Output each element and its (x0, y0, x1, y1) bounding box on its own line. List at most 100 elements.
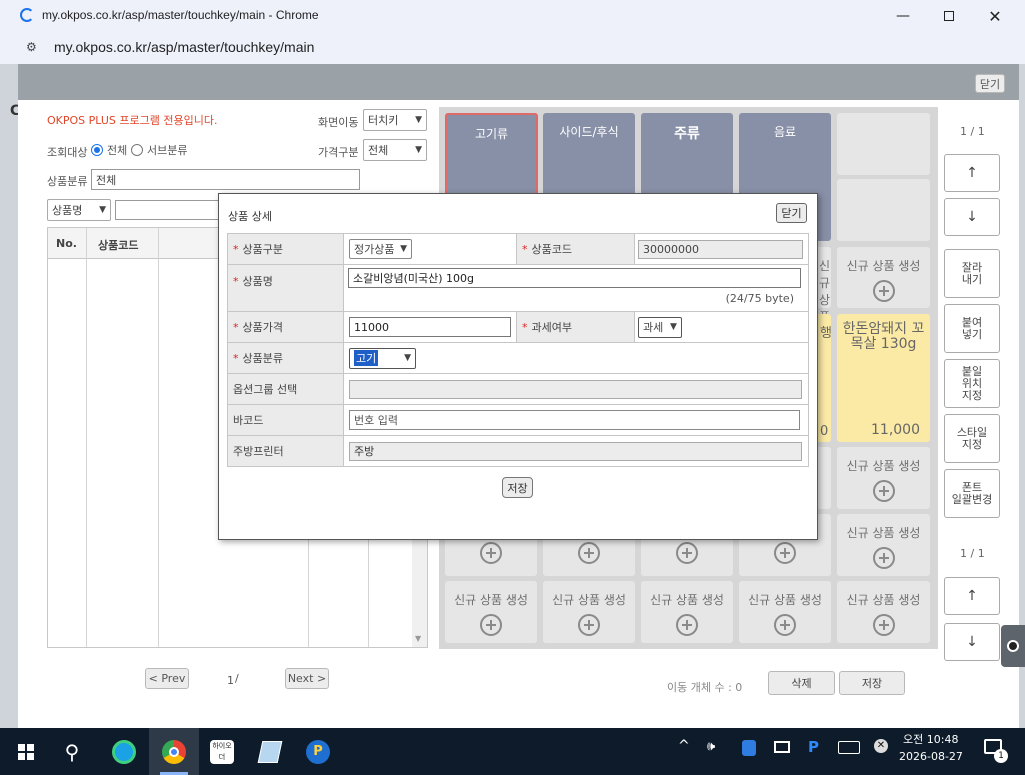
key-down-button[interactable]: ↓ (944, 623, 1000, 661)
close-page-button[interactable]: 닫기 (975, 74, 1005, 93)
prev-button[interactable]: < Prev (145, 668, 189, 689)
new-product-key[interactable]: 신규 상품 생성 (837, 581, 930, 643)
modal-close-button[interactable]: 닫기 (776, 203, 807, 223)
background-window-edge (0, 64, 18, 728)
search-icon[interactable]: ⚲ (52, 728, 92, 775)
category-down-button[interactable]: ↓ (944, 198, 1000, 236)
category-label: 상품분류 (47, 175, 88, 188)
price-cell: 11000 (343, 311, 517, 343)
category-input[interactable]: 전체 (91, 169, 360, 190)
notice-text: OKPOS PLUS 프로그램 전용입니다. (47, 114, 218, 127)
tax-cell: 과세 ▼ (633, 311, 810, 343)
product-key-pork-neck[interactable]: 한돈암돼지 꼬목살 130g 11,000 (837, 314, 930, 442)
modal-title: 상품 상세 (228, 210, 272, 223)
cut-button[interactable]: 잘라 내기 (944, 249, 1000, 298)
barcode-label: 바코드 (227, 404, 344, 436)
kitchen-printer-label: 주방프린터 (227, 435, 344, 467)
plus-icon (676, 542, 698, 564)
plus-icon (872, 547, 895, 569)
edge-browser-icon[interactable] (104, 728, 144, 775)
col-code-header: 상품코드 (98, 239, 139, 252)
empty-category-slot[interactable] (837, 179, 930, 241)
screen-move-select[interactable]: 터치키 ▼ (363, 109, 427, 131)
side-widget-tab[interactable] (1001, 625, 1025, 667)
plus-icon (578, 542, 600, 564)
style-button[interactable]: 스타일 지정 (944, 414, 1000, 463)
category-up-button[interactable]: ↑ (944, 154, 1000, 192)
product-code-field: 30000000 (637, 239, 803, 259)
empty-category-slot[interactable] (837, 113, 930, 175)
tax-label: * 과세여부 (515, 311, 635, 343)
radio-all[interactable] (91, 144, 103, 156)
notepad-icon[interactable] (250, 728, 290, 775)
new-product-key[interactable]: 신규 상품 생성 (837, 514, 930, 576)
clock-time[interactable]: 오전 10:48 (903, 731, 958, 747)
plus-icon (480, 542, 502, 564)
okpos-app-icon[interactable]: P (298, 728, 338, 775)
product-name-input[interactable]: 소갈비앙념(미국산) 100g (348, 268, 801, 288)
minimize-button[interactable]: — (880, 0, 926, 32)
plus-icon (774, 542, 796, 564)
key-up-button[interactable]: ↑ (944, 577, 1000, 615)
chrome-icon[interactable] (149, 728, 199, 775)
hi-order-app-icon[interactable]: 하이오더 (202, 728, 242, 775)
page-current: 1 (227, 674, 234, 687)
option-group-field[interactable] (349, 379, 802, 399)
new-product-key[interactable]: 신규 상품 생성 (837, 247, 930, 308)
chrome-loading-icon (20, 8, 34, 22)
barcode-input[interactable]: 번호 입력 (349, 410, 800, 430)
radio-sub[interactable] (131, 144, 143, 156)
category-page-indicator: 1 / 1 (960, 125, 985, 138)
title-bar: my.okpos.co.kr/asp/master/touchkey/main … (0, 0, 1025, 32)
url-text[interactable]: my.okpos.co.kr/asp/master/touchkey/main (54, 39, 314, 55)
option-group-label: 옵션그룹 선택 (227, 373, 344, 405)
close-window-button[interactable]: ✕ (972, 0, 1018, 32)
price-input[interactable]: 11000 (349, 317, 511, 337)
radio-all-label: 전체 (107, 144, 128, 157)
scroll-down-icon[interactable]: ▼ (415, 634, 421, 643)
new-product-key[interactable]: 신규 상품 생성 (837, 447, 930, 509)
volume-icon[interactable]: 🕪 (707, 739, 715, 754)
search-input[interactable] (115, 200, 225, 220)
notification-badge: 1 (994, 749, 1008, 763)
close-circle-icon[interactable]: ✕ (874, 739, 888, 753)
clock-date[interactable]: 2026-08-27 (899, 750, 963, 763)
search-type-select[interactable]: 상품명 ▼ (47, 199, 111, 221)
product-type-cell: 정가상품 ▼ (343, 233, 517, 265)
product-key-name: 한돈암돼지 꼬목살 130g (842, 321, 925, 352)
key-page-indicator: 1 / 1 (960, 547, 985, 560)
maximize-button[interactable] (926, 0, 972, 32)
security-icon[interactable] (742, 740, 756, 756)
site-settings-icon[interactable]: ⚙ (26, 40, 42, 56)
new-product-key[interactable]: 신규 상품 생성 (445, 581, 537, 643)
radio-sub-label: 서브분류 (147, 144, 188, 157)
network-icon[interactable] (774, 741, 790, 753)
new-product-key[interactable]: 신규 상품 생성 (641, 581, 733, 643)
next-button[interactable]: Next > (285, 668, 329, 689)
col-no-header: No. (56, 237, 77, 250)
partial-label: 행 (820, 326, 832, 341)
view-target-label: 조회대상 (47, 146, 88, 159)
delete-button[interactable]: 삭제 (768, 671, 835, 695)
new-product-key[interactable]: 신규 상품 생성 (739, 581, 831, 643)
kitchen-printer-field[interactable]: 주방 (349, 441, 802, 461)
paste-position-button[interactable]: 붙일 위치 지정 (944, 359, 1000, 408)
product-name-cell: 소갈비앙념(미국산) 100g (24/75 byte) (343, 264, 809, 312)
category-select[interactable]: 고기 ▼ (349, 347, 416, 369)
product-key-price: 11,000 (871, 422, 920, 438)
column-divider (86, 228, 87, 647)
modal-save-button[interactable]: 저장 (502, 477, 533, 498)
chevron-down-icon: ▼ (670, 322, 677, 332)
tax-select[interactable]: 과세 ▼ (637, 316, 682, 338)
windows-start-icon[interactable] (6, 728, 46, 775)
font-batch-button[interactable]: 폰트 일괄변경 (944, 469, 1000, 518)
chevron-up-icon[interactable]: ^ (678, 738, 690, 754)
price-type-select[interactable]: 전체 ▼ (363, 139, 427, 161)
page-header-bar: 닫기 (18, 64, 1019, 100)
paste-button[interactable]: 붙여 넣기 (944, 304, 1000, 353)
save-grid-button[interactable]: 저장 (839, 671, 905, 695)
ime-indicator[interactable]: P (808, 738, 819, 756)
keyboard-icon[interactable] (838, 741, 860, 754)
new-product-key[interactable]: 신규 상품 생성 (543, 581, 635, 643)
product-type-select[interactable]: 정가상품 ▼ (349, 239, 412, 259)
